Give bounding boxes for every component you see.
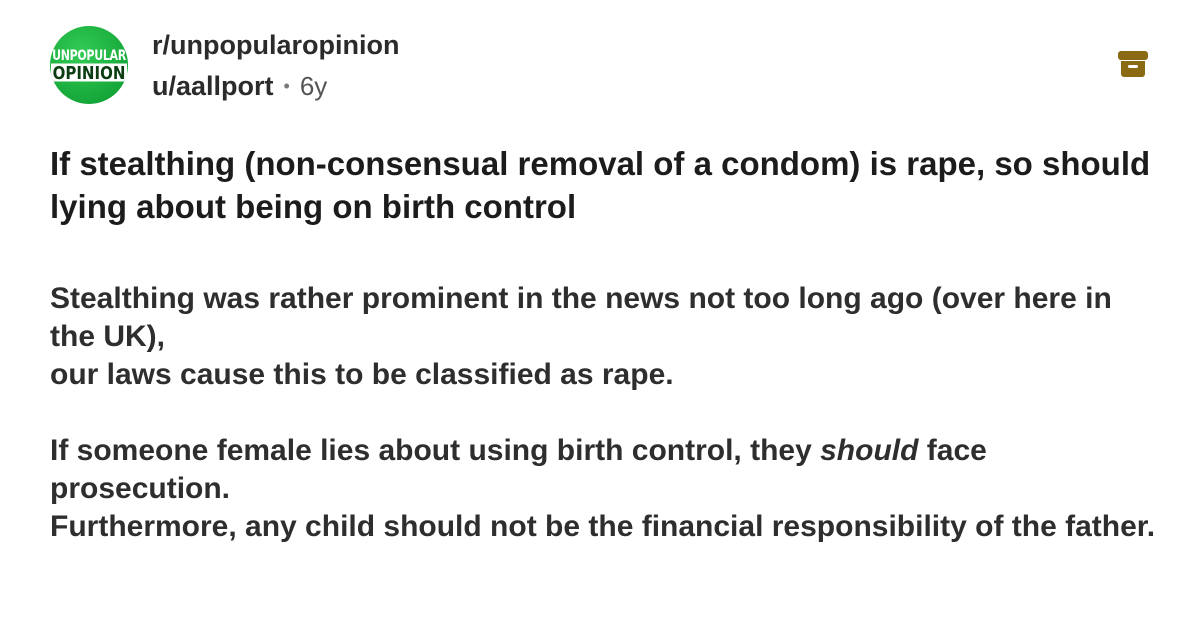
body-text: Stealthing was rather prominent in the n… — [50, 282, 1112, 353]
body-text: Furthermore, any child should not be the… — [50, 510, 1156, 543]
post-header: UNPOPULAR OPINION r/unpopularopinion u/a… — [50, 26, 399, 104]
archive-icon-graphic — [1118, 51, 1148, 77]
post-meta: r/unpopularopinion u/aallport • 6y — [152, 28, 399, 102]
body-paragraph-1: Stealthing was rather prominent in the n… — [50, 280, 1160, 394]
post-body: Stealthing was rather prominent in the n… — [50, 280, 1160, 546]
subreddit-avatar-text-bottom: OPINION — [50, 62, 128, 84]
author-row: u/aallport • 6y — [152, 70, 399, 102]
archive-icon[interactable] — [1117, 48, 1149, 80]
author-link[interactable]: u/aallport — [152, 70, 274, 102]
meta-separator: • — [283, 76, 290, 96]
subreddit-avatar-text-top: UNPOPULAR — [52, 47, 126, 64]
subreddit-avatar[interactable]: UNPOPULAR OPINION — [50, 26, 128, 104]
subreddit-link[interactable]: r/unpopularopinion — [152, 28, 399, 62]
body-text: our laws cause this to be classified as … — [50, 358, 674, 391]
post-age: 6y — [299, 71, 328, 101]
body-paragraph-2: If someone female lies about using birth… — [50, 432, 1160, 546]
post-title[interactable]: If stealthing (non-consensual removal of… — [50, 142, 1160, 228]
body-emphasis: should — [820, 434, 919, 467]
body-text: If someone female lies about using birth… — [50, 434, 821, 467]
